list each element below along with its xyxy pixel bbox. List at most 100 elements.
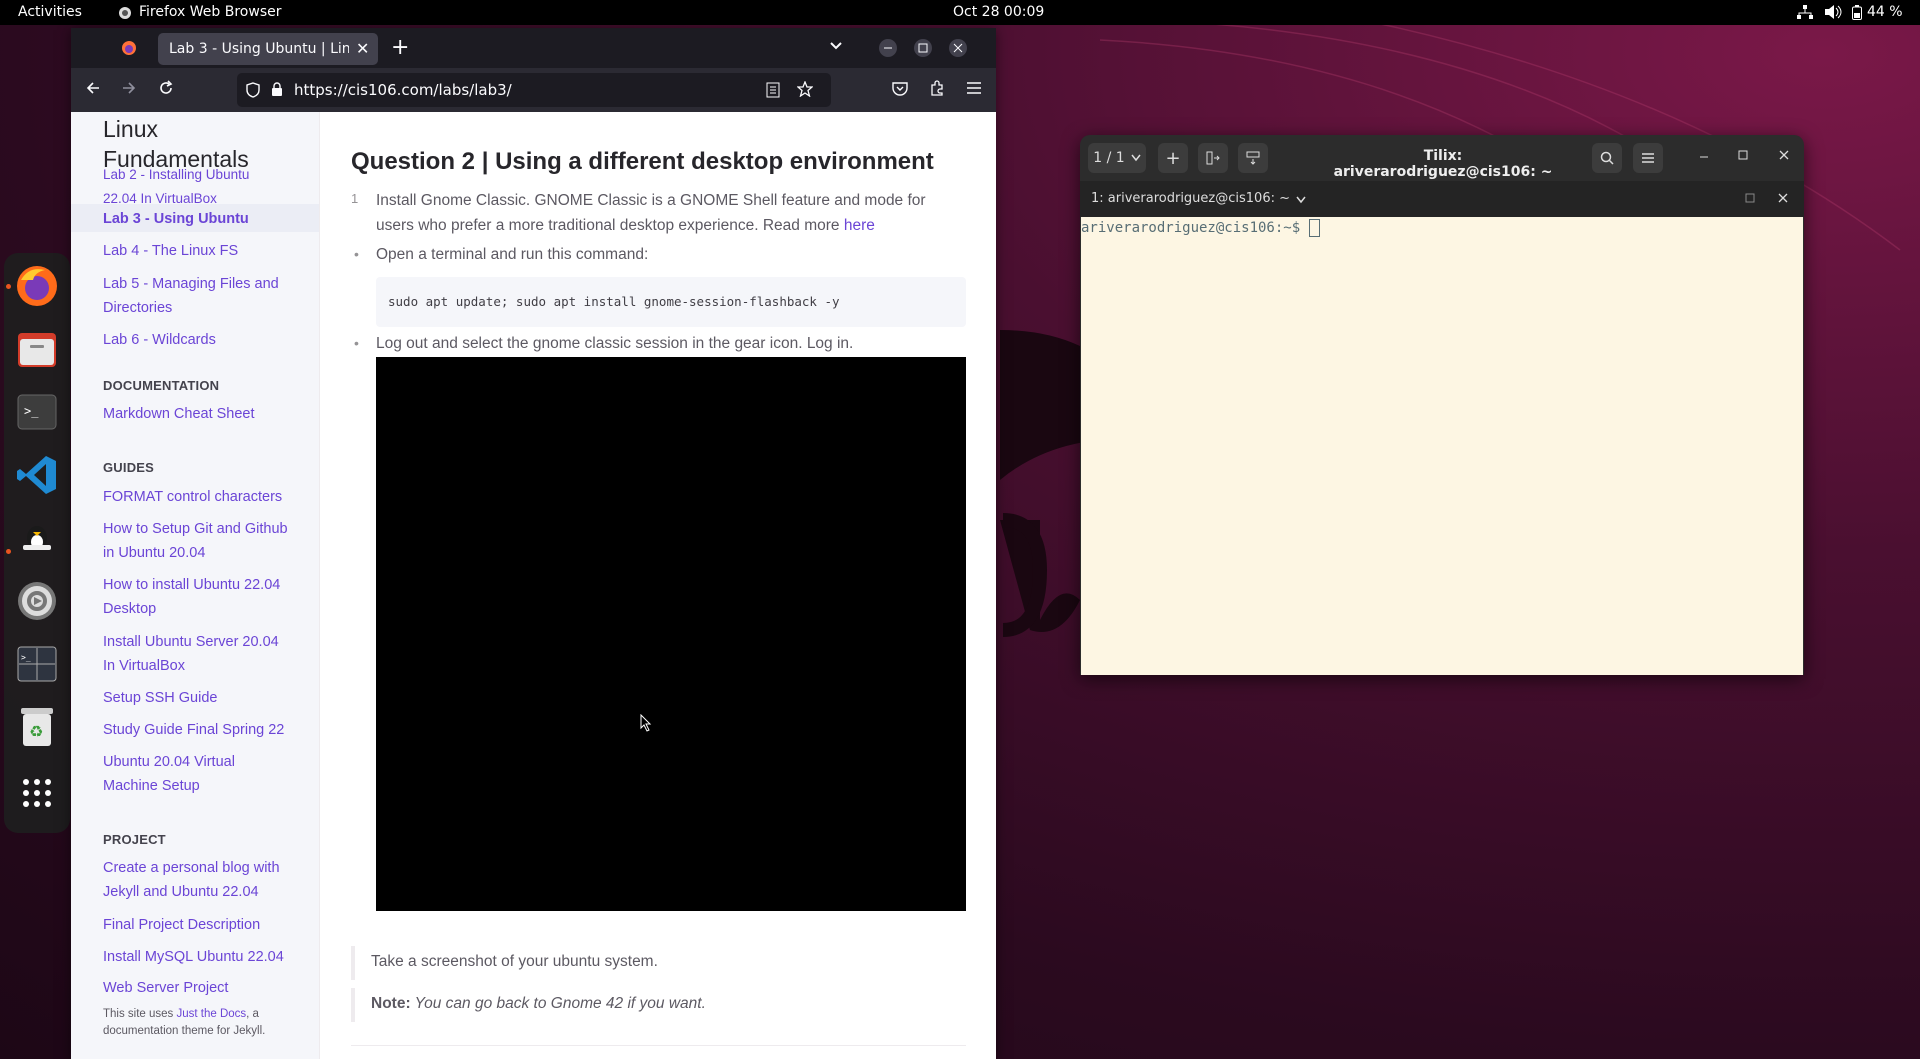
- sidebar-item-guide[interactable]: Ubuntu 20.04 Virtual Machine Setup: [103, 750, 293, 798]
- app-menu-label[interactable]: Firefox Web Browser: [139, 4, 282, 20]
- sidebar-item-guide[interactable]: Setup SSH Guide: [103, 686, 293, 710]
- bullet: •: [354, 335, 359, 351]
- terminal-icon[interactable]: >_: [13, 388, 61, 436]
- hamburger-menu-button[interactable]: [1633, 143, 1663, 173]
- nav-bar: https://cis106.com/labs/lab3/: [71, 68, 996, 112]
- terminal[interactable]: ariverarodriguez@cis106:~$: [1081, 217, 1803, 675]
- bookmark-star-icon[interactable]: [797, 81, 813, 97]
- sidebar-item-markdown[interactable]: Markdown Cheat Sheet: [103, 402, 293, 426]
- sidebar-item-guide[interactable]: How to Setup Git and Github in Ubuntu 20…: [103, 517, 293, 565]
- project-heading: PROJECT: [103, 832, 166, 847]
- top-bar: Activities Firefox Web Browser Oct 28 00…: [0, 0, 1920, 25]
- search-button[interactable]: [1592, 143, 1622, 173]
- vscode-icon[interactable]: [13, 451, 61, 499]
- split-right-button[interactable]: [1198, 143, 1228, 173]
- tab-bar: Lab 3 - Using Ubuntu | Linux ✕ +: [71, 28, 996, 68]
- split-down-button[interactable]: [1238, 143, 1268, 173]
- firefox-icon[interactable]: [13, 262, 61, 310]
- instruction-line: users who prefer a more traditional desk…: [376, 217, 844, 234]
- svg-text:♻: ♻: [29, 722, 43, 741]
- lock-icon[interactable]: [271, 81, 283, 97]
- site-title[interactable]: Linux Fundamentals: [103, 114, 249, 174]
- embedded-image[interactable]: [376, 357, 966, 911]
- sidebar-footer: This site uses Just the Docs, a document…: [71, 997, 319, 1059]
- sidebar-item-project[interactable]: Install MySQL Ubuntu 22.04: [103, 945, 293, 969]
- terminal-close-icon[interactable]: [1777, 192, 1789, 204]
- sidebar-item-guide[interactable]: How to install Ubuntu 22.04 Desktop: [103, 573, 293, 621]
- site-title-line: Fundamentals: [103, 146, 249, 172]
- page-heading: Question 2 | Using a different desktop e…: [351, 148, 934, 175]
- sidebar-item-lab3[interactable]: Lab 3 - Using Ubuntu: [103, 207, 293, 231]
- minimize-button[interactable]: [1697, 149, 1711, 163]
- back-icon[interactable]: [85, 80, 101, 96]
- footer-prefix: This site uses: [103, 1008, 177, 1020]
- tab-lab3[interactable]: Lab 3 - Using Ubuntu | Linux ✕: [158, 33, 378, 65]
- volume-icon[interactable]: [1825, 5, 1843, 19]
- url-bar[interactable]: https://cis106.com/labs/lab3/: [237, 73, 831, 107]
- svg-text:>_: >_: [21, 653, 31, 662]
- sidebar-item-lab5[interactable]: Lab 5 - Managing Files and Directories: [103, 272, 293, 320]
- pocket-icon[interactable]: [892, 81, 908, 96]
- firefox-window: Lab 3 - Using Ubuntu | Linux ✕ + https:/…: [71, 28, 996, 1059]
- close-window-button[interactable]: [949, 39, 967, 57]
- activities-button[interactable]: Activities: [18, 4, 82, 20]
- files-icon[interactable]: [13, 325, 61, 373]
- trash-icon[interactable]: ♻: [13, 703, 61, 751]
- sidebar-item-label: In VirtualBox: [103, 658, 185, 674]
- close-window-button[interactable]: [1777, 148, 1791, 162]
- running-indicator: [6, 549, 11, 554]
- instruction-1: Install Gnome Classic. GNOME Classic is …: [376, 188, 976, 238]
- code-block[interactable]: sudo apt update; sudo apt install gnome-…: [376, 277, 966, 327]
- tilix-icon[interactable]: >_: [13, 640, 61, 688]
- minimize-button[interactable]: [879, 39, 897, 57]
- footer-suffix: , a: [246, 1008, 259, 1020]
- battery-percent[interactable]: 44 %: [1867, 4, 1903, 20]
- maximize-button[interactable]: [1736, 148, 1750, 162]
- search-icon: [1600, 151, 1614, 165]
- list-tabs-icon[interactable]: [829, 38, 843, 52]
- page-indicator: 1 / 1: [1093, 150, 1125, 166]
- new-tab-button[interactable]: +: [391, 35, 409, 60]
- just-the-docs-link[interactable]: Just the Docs: [177, 1008, 247, 1020]
- terminal-session-title[interactable]: 1: ariverarodriguez@cis106: ~: [1091, 191, 1290, 206]
- read-more-link[interactable]: here: [844, 217, 875, 234]
- menu-icon[interactable]: [966, 81, 982, 95]
- blockquote-bar: [351, 946, 355, 980]
- app-grid-icon[interactable]: [13, 769, 61, 817]
- battery-icon[interactable]: [1852, 5, 1862, 20]
- command-text[interactable]: sudo apt update; sudo apt install gnome-…: [388, 294, 840, 309]
- maximize-button[interactable]: [914, 39, 932, 57]
- sidebar-item-project[interactable]: Create a personal blog with Jekyll and U…: [103, 856, 293, 904]
- tracking-shield-icon[interactable]: [246, 82, 260, 98]
- sidebar-item-guide[interactable]: Install Ubuntu Server 20.04 In VirtualBo…: [103, 630, 293, 678]
- footer-text: This site uses Just the Docs, a document…: [103, 1006, 303, 1040]
- svg-text:>_: >_: [24, 404, 39, 418]
- network-icon[interactable]: [1797, 5, 1813, 19]
- forward-icon[interactable]: [121, 80, 137, 96]
- blockquote-bar: [351, 988, 355, 1022]
- firefox-view-icon[interactable]: [121, 40, 137, 56]
- reader-view-icon[interactable]: [766, 82, 780, 98]
- sidebar-item-guide[interactable]: Study Guide Final Spring 22: [103, 718, 293, 742]
- terminal-maximize-icon[interactable]: [1744, 192, 1756, 204]
- guides-heading: GUIDES: [103, 460, 155, 475]
- close-tab-icon[interactable]: ✕: [356, 39, 369, 58]
- session-switcher[interactable]: 1 / 1: [1088, 143, 1146, 173]
- reload-icon[interactable]: [158, 80, 174, 96]
- sidebar-item-project[interactable]: Final Project Description: [103, 913, 293, 937]
- prompt-user: ariverarodriguez@cis106: [1081, 220, 1275, 236]
- settings-icon[interactable]: [13, 577, 61, 625]
- mouse-cursor-icon: [640, 714, 652, 732]
- penguin-app-icon[interactable]: [13, 514, 61, 562]
- extensions-icon[interactable]: [929, 80, 945, 96]
- chevron-down-icon[interactable]: [1296, 196, 1306, 204]
- bullet: •: [354, 246, 359, 262]
- sidebar-item-lab6[interactable]: Lab 6 - Wildcards: [103, 328, 293, 352]
- sidebar-item-lab4[interactable]: Lab 4 - The Linux FS: [103, 239, 293, 263]
- url-text[interactable]: https://cis106.com/labs/lab3/: [294, 81, 512, 99]
- documentation-heading: DOCUMENTATION: [103, 378, 220, 393]
- sidebar-item-guide[interactable]: FORMAT control characters: [103, 485, 293, 509]
- add-session-button[interactable]: +: [1158, 143, 1188, 173]
- note: Note: You can go back to Gnome 42 if you…: [371, 995, 706, 1013]
- clock[interactable]: Oct 28 00:09: [953, 4, 1044, 20]
